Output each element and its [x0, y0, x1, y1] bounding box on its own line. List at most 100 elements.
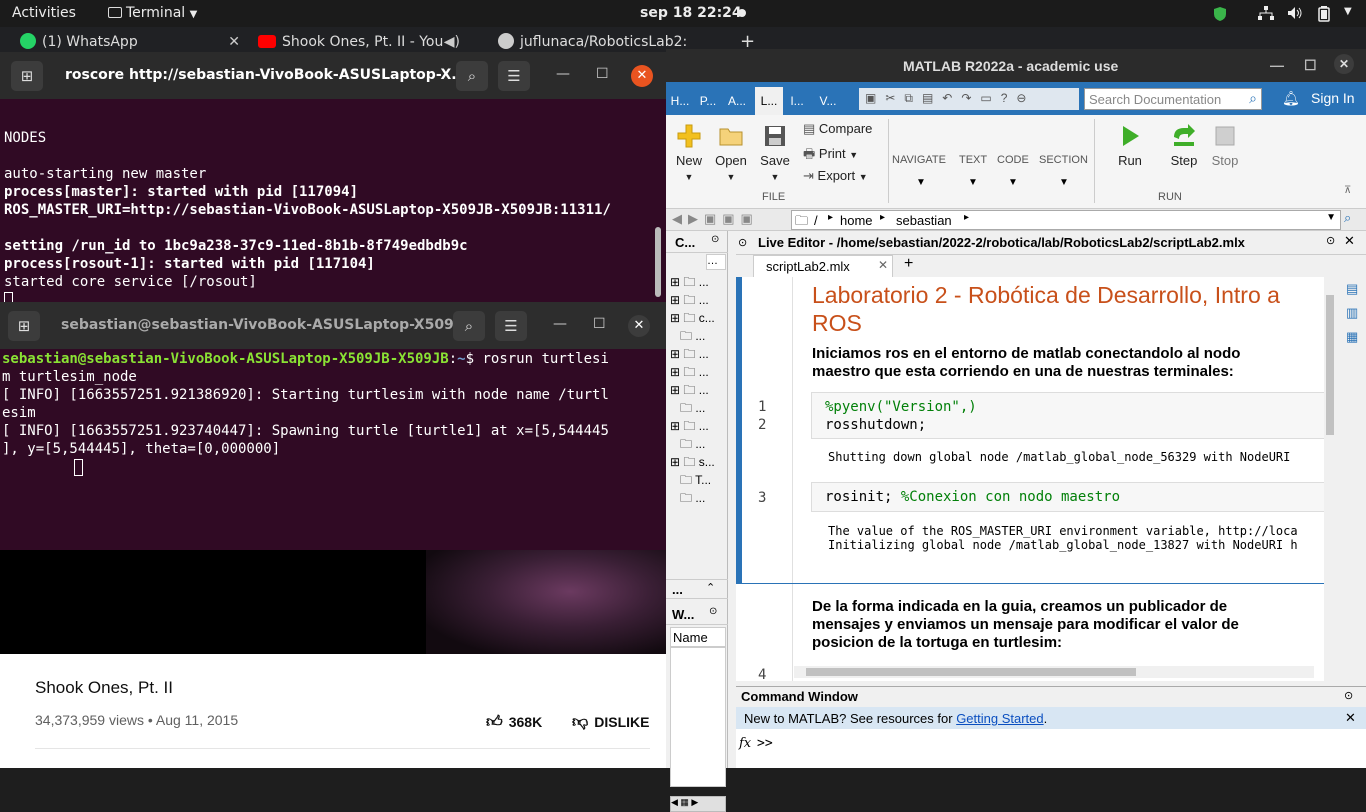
close-tab-icon[interactable]: ✕	[878, 258, 888, 272]
navigation-icons[interactable]: ◀▶▣▣▣	[672, 211, 759, 227]
panel-menu-icon[interactable]: ⊙	[1326, 234, 1335, 247]
hamburger-menu-icon[interactable]: ☰	[495, 311, 527, 341]
list-item[interactable]: ⊞ 🗀︎ ...	[666, 273, 728, 291]
sign-in-link[interactable]: Sign In	[1311, 90, 1355, 106]
print-button[interactable]: 🖶︎ Print ▼	[803, 145, 858, 167]
path-segment[interactable]: /	[814, 213, 818, 228]
add-tab-button[interactable]: +	[904, 255, 913, 273]
search-folder-icon[interactable]: ⌕	[1344, 210, 1351, 226]
minimize-icon[interactable]: —	[556, 66, 570, 82]
scrollbar[interactable]	[655, 227, 661, 297]
stop-button[interactable]: Stop	[1203, 123, 1247, 168]
hide-code-icon[interactable]: ▦	[1346, 329, 1358, 345]
close-icon[interactable]: ✕	[631, 65, 653, 87]
hamburger-menu-icon[interactable]: ☰	[498, 61, 530, 91]
maximize-icon[interactable]: ☐	[596, 66, 609, 82]
list-item[interactable]: ⊞ 🗀︎ ...	[666, 291, 728, 309]
new-tab-icon[interactable]: ⊞	[11, 61, 43, 91]
scrollbar-thumb[interactable]	[1326, 295, 1334, 435]
volume-icon[interactable]	[1287, 6, 1303, 24]
panel-menu-icon[interactable]: ⊙	[1344, 689, 1353, 702]
search-icon[interactable]: ⌕	[456, 61, 488, 91]
tab-scriptlab2[interactable]: scriptLab2.mlx ✕	[753, 255, 893, 277]
list-item[interactable]: ⊞ 🗀︎ s...	[666, 453, 728, 471]
current-folder-path[interactable]: 🗀︎ / ▸ home ▸ sebastian ▸ ▼	[791, 210, 1341, 230]
chevron-down-icon[interactable]: ▼	[1326, 212, 1336, 223]
panel-menu-icon[interactable]: ⊙	[709, 606, 717, 617]
list-item[interactable]: ⊞ 🗀︎ ...	[666, 381, 728, 399]
workspace-column-header[interactable]: Name	[670, 627, 726, 647]
path-segment[interactable]: sebastian	[896, 213, 952, 228]
save-button[interactable]: Save ▼	[753, 123, 797, 183]
list-item[interactable]: 🗀︎ T...	[666, 471, 728, 489]
new-button[interactable]: New ▼	[667, 123, 711, 183]
dislike-button[interactable]: 👎︎ DISLIKE	[572, 713, 649, 732]
code-block[interactable]: rosinit; %Conexion con nodo maestro	[811, 482, 1326, 512]
chevron-down-icon[interactable]: ▼	[968, 177, 978, 188]
vertical-scrollbar[interactable]	[1324, 277, 1336, 681]
tab-view[interactable]: V...	[814, 87, 842, 115]
list-item[interactable]: ⊞ 🗀︎ c...	[666, 309, 728, 327]
command-prompt-area[interactable]: fx >>	[736, 729, 1366, 769]
navigate-button[interactable]: NAVIGATE	[892, 154, 946, 166]
tab-insert[interactable]: I...	[783, 87, 811, 115]
chevron-down-icon[interactable]: ▼	[1059, 177, 1069, 188]
workspace-list[interactable]	[670, 647, 726, 787]
list-item[interactable]: 🗀︎ ...	[666, 327, 728, 345]
collapse-toolstrip-icon[interactable]: ⊼	[1344, 185, 1351, 196]
open-button[interactable]: Open ▼	[709, 123, 753, 183]
notification-bell-icon[interactable]: 🔔︎	[1282, 90, 1300, 107]
path-segment[interactable]: home	[840, 213, 873, 228]
close-icon[interactable]: ✕	[1334, 54, 1354, 74]
run-button[interactable]: Run	[1108, 123, 1152, 168]
panel-menu-icon[interactable]: ⊙	[738, 236, 747, 249]
list-item[interactable]: 🗀︎ ...	[666, 489, 728, 507]
live-editor-content[interactable]: Laboratorio 2 - Robótica de Desarrollo, …	[736, 277, 1326, 681]
like-button[interactable]: 👍︎ 368K	[486, 713, 542, 732]
minimize-icon[interactable]: —	[553, 316, 567, 332]
app-menu[interactable]: Terminal ▼	[108, 5, 197, 21]
fx-icon[interactable]: fx	[739, 736, 751, 751]
tab-live-editor[interactable]: L...	[755, 87, 783, 115]
horizontal-scrollbar[interactable]: ◀ ▦ ▶	[670, 796, 726, 812]
battery-icon[interactable]	[1318, 6, 1330, 26]
scrollbar-thumb[interactable]	[806, 668, 1136, 676]
tab-home[interactable]: H...	[666, 87, 694, 115]
code-button[interactable]: CODE	[997, 154, 1029, 166]
network-icon[interactable]	[1258, 6, 1274, 24]
maximize-icon[interactable]: ☐	[1304, 57, 1317, 74]
close-icon[interactable]: ✕	[1345, 710, 1356, 726]
getting-started-link[interactable]: Getting Started	[956, 711, 1043, 726]
step-button[interactable]: Step	[1162, 123, 1206, 168]
list-item[interactable]: ⊞ 🗀︎ ...	[666, 417, 728, 435]
list-item[interactable]: 🗀︎ ...	[666, 399, 728, 417]
chevron-down-icon[interactable]: ▼	[916, 177, 926, 188]
chevron-down-icon[interactable]: ▼	[1008, 177, 1018, 188]
code-block[interactable]: %pyenv("Version",) rosshutdown;	[811, 392, 1326, 439]
list-item[interactable]: 🗀︎ ...	[666, 435, 728, 453]
close-icon[interactable]: ✕	[628, 315, 650, 337]
terminal-output[interactable]: NODES auto-starting new master process[m…	[4, 111, 654, 309]
column-header[interactable]: …	[706, 254, 726, 270]
new-tab-icon[interactable]: ⊞	[8, 311, 40, 341]
panel-menu-icon[interactable]: ⊙	[711, 234, 719, 245]
system-menu-chevron-icon[interactable]: ▼	[1344, 6, 1352, 17]
tab-apps[interactable]: A...	[723, 87, 751, 115]
details-bar[interactable]: ... ⌃	[666, 579, 728, 599]
list-item[interactable]: ⊞ 🗀︎ ...	[666, 363, 728, 381]
section-button[interactable]: SECTION	[1039, 154, 1088, 166]
search-documentation-field[interactable]: Search Documentation ⌕	[1084, 88, 1262, 110]
list-item[interactable]: ⊞ 🗀︎ ...	[666, 345, 728, 363]
clock[interactable]: sep 18 22:24	[640, 5, 742, 21]
compare-button[interactable]: ▤ Compare	[803, 121, 872, 137]
activities-button[interactable]: Activities	[12, 5, 76, 21]
close-icon[interactable]: ✕	[1344, 233, 1355, 249]
maximize-icon[interactable]: ☐	[593, 316, 606, 332]
shield-icon[interactable]	[1213, 6, 1227, 26]
export-button[interactable]: ⇥ Export ▼	[803, 168, 868, 184]
quick-access-toolbar[interactable]: ▣✂⧉▤↶↷▭?⊖	[859, 88, 1079, 110]
search-icon[interactable]: ⌕	[1249, 90, 1257, 107]
search-icon[interactable]: ⌕	[453, 311, 485, 341]
horizontal-scrollbar[interactable]	[794, 666, 1314, 678]
tab-plots[interactable]: P...	[694, 87, 722, 115]
